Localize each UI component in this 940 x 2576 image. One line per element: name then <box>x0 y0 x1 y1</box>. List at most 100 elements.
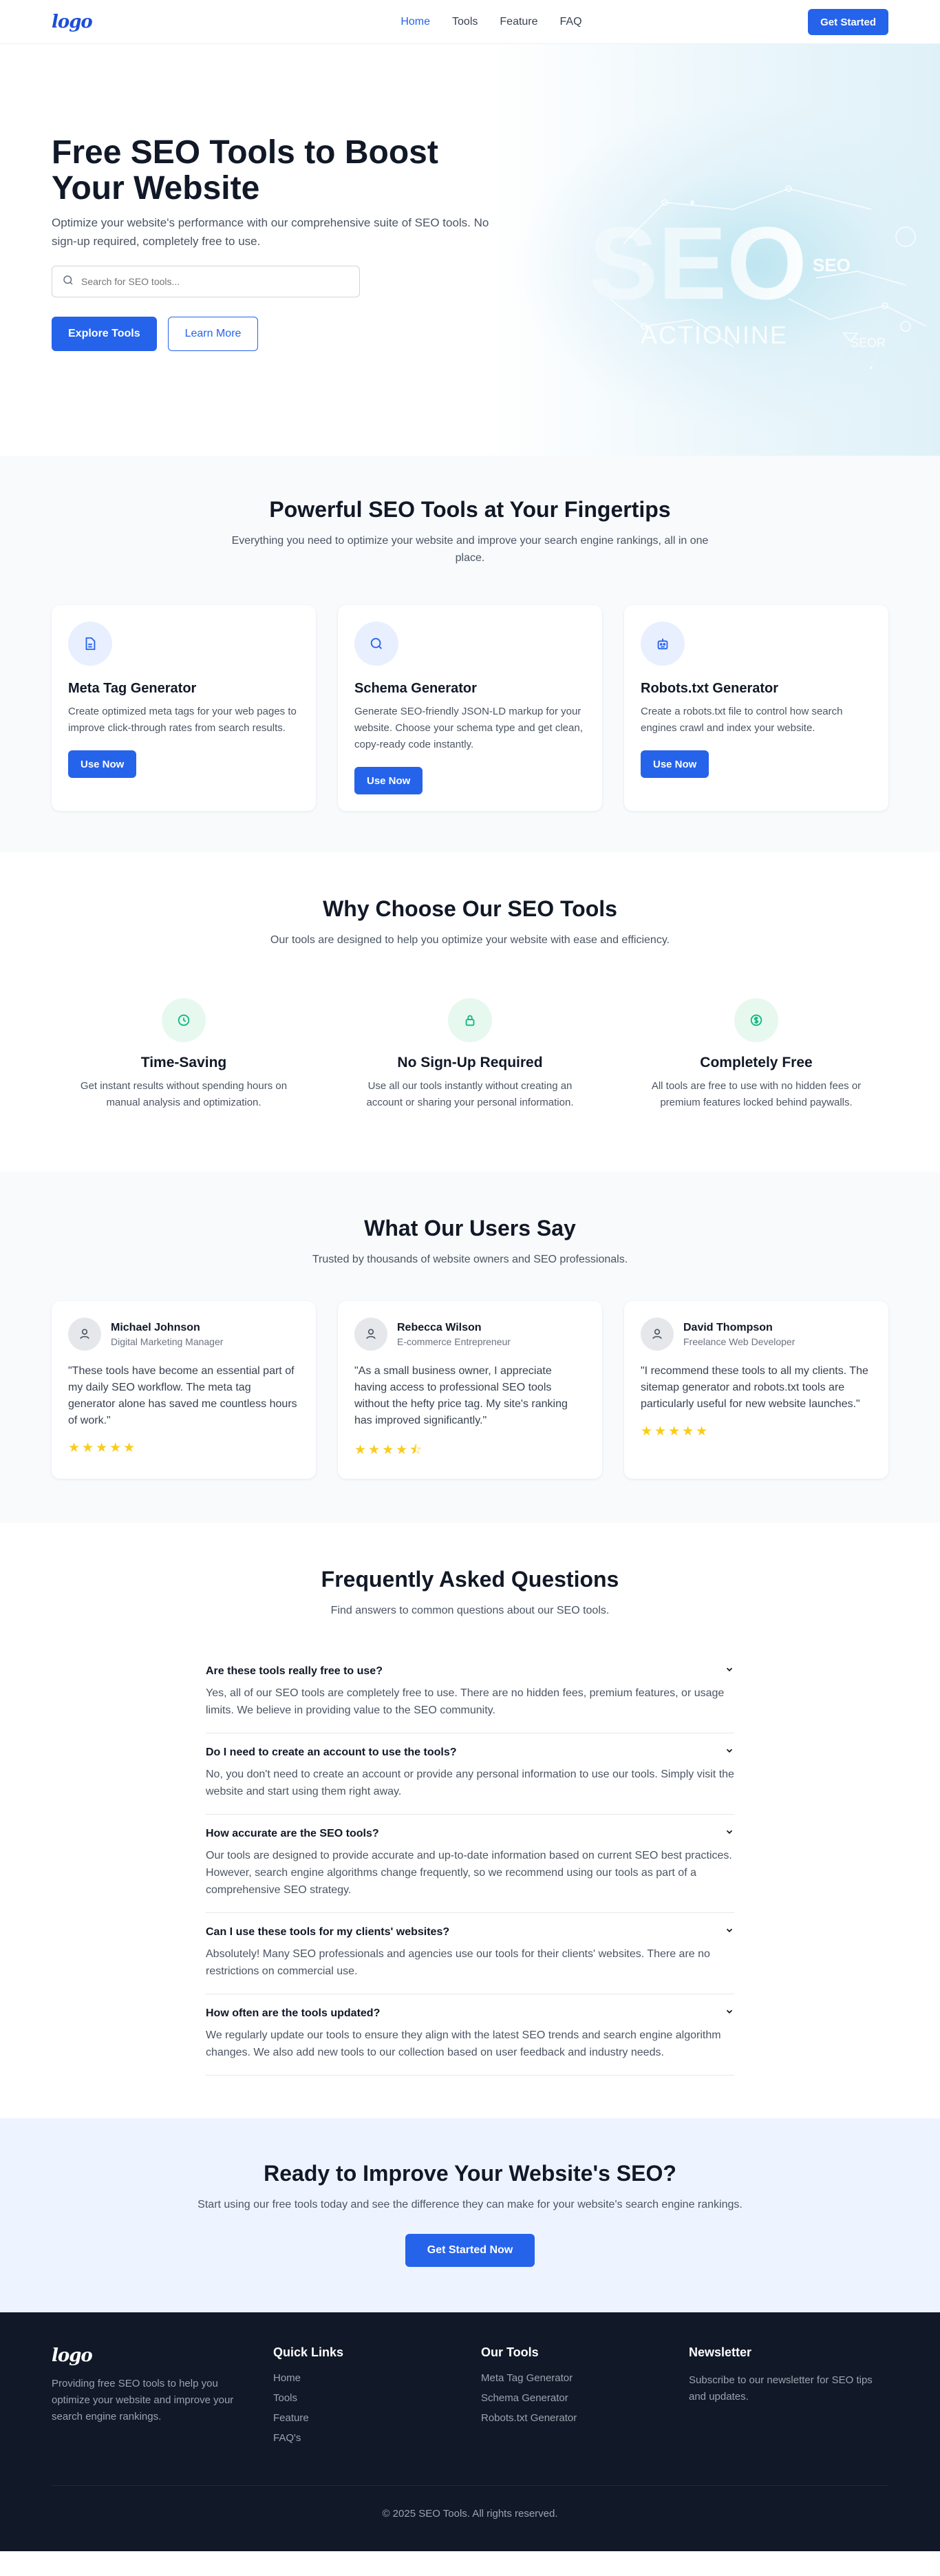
why-subtitle: Our tools are designed to help you optim… <box>270 934 670 946</box>
testimonial-quote: "I recommend these tools to all my clien… <box>641 1365 868 1410</box>
faq-answer: Yes, all of our SEO tools are completely… <box>206 1687 725 1716</box>
user-icon <box>641 1318 674 1351</box>
footer-link-meta-tag[interactable]: Meta Tag Generator <box>481 2372 667 2384</box>
clock-icon <box>162 998 206 1042</box>
get-started-now-button[interactable]: Get Started Now <box>405 2234 535 2267</box>
chevron-down-icon <box>725 2007 734 2020</box>
why-title: Why Choose Our SEO Tools <box>323 896 617 921</box>
testimonials-subtitle: Trusted by thousands of website owners a… <box>312 1254 628 1265</box>
testimonials-title: What Our Users Say <box>364 1216 576 1241</box>
footer-tools-title: Our Tools <box>481 2345 539 2359</box>
star-rating: ★★★★★ <box>641 1424 710 1439</box>
explore-tools-button[interactable]: Explore Tools <box>52 317 157 351</box>
lock-icon <box>448 998 492 1042</box>
feature-desc: Get instant results without spending hou… <box>80 1080 288 1108</box>
footer-link-schema[interactable]: Schema Generator <box>481 2392 667 2404</box>
cta-subtitle: Start using our free tools today and see… <box>197 2199 743 2210</box>
tools-title: Powerful SEO Tools at Your Fingertips <box>269 497 671 522</box>
footer-quick-title: Quick Links <box>273 2345 344 2359</box>
chevron-down-icon <box>725 1827 734 1840</box>
copyright: © 2025 SEO Tools. All rights reserved. <box>52 2485 888 2551</box>
footer: logo Providing free SEO tools to help yo… <box>0 2312 940 2551</box>
feature-name: Completely Free <box>700 1055 813 1070</box>
testimonial-name: Rebecca Wilson <box>397 1321 482 1333</box>
document-icon <box>68 622 112 666</box>
user-icon <box>68 1318 101 1351</box>
testimonial-name: David Thompson <box>683 1321 773 1333</box>
tool-card: Robots.txt Generator Create a robots.txt… <box>624 605 888 811</box>
tools-cards: Meta Tag Generator Create optimized meta… <box>52 605 888 811</box>
faq-title: Frequently Asked Questions <box>321 1567 619 1592</box>
nav-links: Home Tools Feature FAQ <box>400 16 581 28</box>
faq-question-toggle[interactable]: Do I need to create an account to use th… <box>206 1746 734 1759</box>
faq-answer: We regularly update our tools to ensure … <box>206 2029 721 2058</box>
footer-link-faq[interactable]: FAQ's <box>273 2432 459 2444</box>
footer-link-home[interactable]: Home <box>273 2372 459 2384</box>
faq-question-toggle[interactable]: Are these tools really free to use? <box>206 1665 734 1678</box>
testimonial-header: David Thompson Freelance Web Developer <box>641 1318 872 1351</box>
testimonial-card: Michael Johnson Digital Marketing Manage… <box>52 1301 316 1479</box>
faq-question-toggle[interactable]: How accurate are the SEO tools? <box>206 1827 734 1840</box>
faq-subtitle: Find answers to common questions about o… <box>330 1605 610 1616</box>
learn-more-button[interactable]: Learn More <box>167 317 259 351</box>
tool-card: Meta Tag Generator Create optimized meta… <box>52 605 316 811</box>
testimonial-name: Michael Johnson <box>111 1321 200 1333</box>
faq-question: Can I use these tools for my clients' we… <box>206 1925 450 1938</box>
testimonial-card: David Thompson Freelance Web Developer "… <box>624 1301 888 1479</box>
testimonial-cards: Michael Johnson Digital Marketing Manage… <box>52 1301 888 1479</box>
tools-subtitle: Everything you need to optimize your web… <box>231 535 709 564</box>
footer-logo[interactable]: logo <box>52 2345 251 2366</box>
faq-question: Do I need to create an account to use th… <box>206 1746 457 1758</box>
footer-link-feature[interactable]: Feature <box>273 2412 459 2424</box>
search-icon <box>354 622 398 666</box>
star-rating: ★★★★⯪ <box>354 1443 425 1457</box>
feature-item: Time-Saving Get instant results without … <box>52 998 316 1111</box>
footer-link-robots[interactable]: Robots.txt Generator <box>481 2412 667 2424</box>
nav-link-feature[interactable]: Feature <box>500 16 537 28</box>
faq-question-toggle[interactable]: How often are the tools updated? <box>206 2007 734 2020</box>
search-box <box>52 266 360 297</box>
robot-icon <box>641 622 685 666</box>
logo[interactable]: logo <box>52 12 93 32</box>
chevron-down-icon <box>725 1925 734 1939</box>
tool-card: Schema Generator Generate SEO-friendly J… <box>338 605 602 811</box>
faq-answer: Our tools are designed to provide accura… <box>206 1850 732 1896</box>
testimonials-section: What Our Users Say Trusted by thousands … <box>0 1172 940 1523</box>
footer-link-tools[interactable]: Tools <box>273 2392 459 2404</box>
nav-link-tools[interactable]: Tools <box>452 16 478 28</box>
footer-description: Providing free SEO tools to help you opt… <box>52 2378 234 2422</box>
testimonial-role: Digital Marketing Manager <box>111 1335 224 1347</box>
feature-name: No Sign-Up Required <box>397 1055 543 1070</box>
testimonial-quote: "These tools have become an essential pa… <box>68 1365 297 1426</box>
features-list: Time-Saving Get instant results without … <box>52 998 888 1111</box>
feature-item: No Sign-Up Required Use all our tools in… <box>338 998 602 1111</box>
faq-item: How accurate are the SEO tools? Our tool… <box>206 1815 734 1913</box>
tool-name: Meta Tag Generator <box>68 681 197 696</box>
tool-desc: Generate SEO-friendly JSON-LD markup for… <box>354 706 583 750</box>
footer-brand: logo Providing free SEO tools to help yo… <box>52 2345 251 2452</box>
tool-name: Schema Generator <box>354 681 477 696</box>
testimonial-card: Rebecca Wilson E-commerce Entrepreneur "… <box>338 1301 602 1479</box>
cta-title: Ready to Improve Your Website's SEO? <box>264 2161 676 2186</box>
tools-section: Powerful SEO Tools at Your Fingertips Ev… <box>0 456 940 852</box>
faq-question-toggle[interactable]: Can I use these tools for my clients' we… <box>206 1925 734 1939</box>
feature-desc: Use all our tools instantly without crea… <box>366 1080 574 1108</box>
tool-desc: Create a robots.txt file to control how … <box>641 706 843 734</box>
faq-section: Frequently Asked Questions Find answers … <box>0 1523 940 2118</box>
hero-section: SEO ACTIONINE SEO SEOR Free SEO Tools to… <box>0 44 940 456</box>
use-now-button[interactable]: Use Now <box>641 750 709 778</box>
testimonial-quote: "As a small business owner, I appreciate… <box>354 1365 568 1426</box>
footer-news-title: Newsletter <box>689 2345 752 2359</box>
search-input[interactable] <box>81 276 343 287</box>
hero-actions: Explore Tools Learn More <box>52 317 888 351</box>
tool-desc: Create optimized meta tags for your web … <box>68 706 297 734</box>
get-started-button[interactable]: Get Started <box>808 9 888 35</box>
faq-question: How often are the tools updated? <box>206 2007 381 2019</box>
nav-link-faq[interactable]: FAQ <box>560 16 582 28</box>
testimonial-header: Michael Johnson Digital Marketing Manage… <box>68 1318 299 1351</box>
use-now-button[interactable]: Use Now <box>68 750 137 778</box>
faq-question: How accurate are the SEO tools? <box>206 1827 379 1839</box>
dollar-icon <box>734 998 778 1042</box>
nav-link-home[interactable]: Home <box>400 16 430 28</box>
use-now-button[interactable]: Use Now <box>354 767 423 794</box>
